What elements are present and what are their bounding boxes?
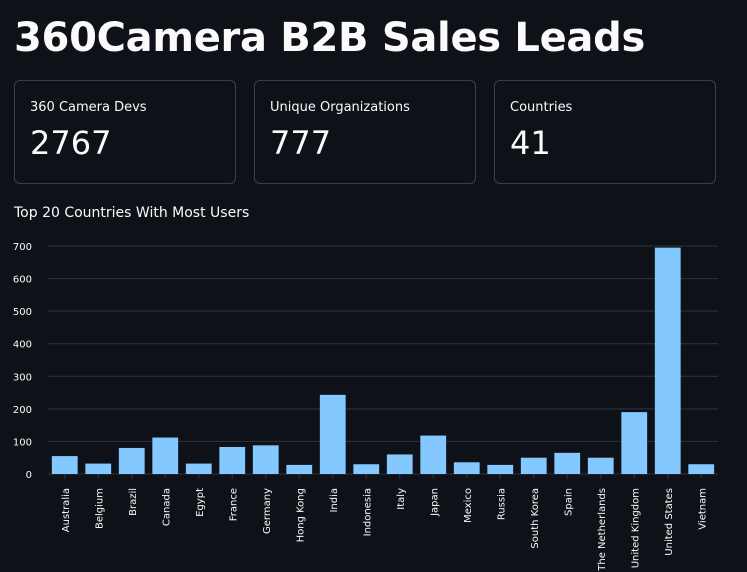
metric-value: 2767 — [30, 124, 112, 162]
y-tick-label: 700 — [13, 242, 32, 253]
metric-card-organizations: Unique Organizations 777 — [254, 80, 476, 184]
bar[interactable] — [386, 454, 413, 474]
bar[interactable] — [420, 435, 447, 474]
x-tick-label: Italy — [396, 488, 407, 510]
x-tick-label: France — [228, 488, 239, 521]
bar[interactable] — [353, 464, 380, 474]
bar[interactable] — [587, 457, 614, 474]
x-tick-label: Germany — [262, 488, 273, 534]
x-tick-label: Brazil — [128, 488, 139, 516]
x-tick-label: United Kingdom — [630, 488, 641, 568]
x-tick-label: Mexico — [463, 488, 474, 523]
bar[interactable] — [453, 462, 480, 474]
x-tick-label: India — [329, 488, 340, 513]
y-tick-label: 500 — [13, 307, 32, 318]
bar[interactable] — [85, 463, 112, 474]
metric-label: Unique Organizations — [270, 100, 410, 115]
bar[interactable] — [520, 457, 547, 474]
y-tick-label: 300 — [13, 372, 32, 383]
metric-card-countries: Countries 41 — [494, 80, 716, 184]
bar[interactable] — [487, 464, 514, 474]
bar[interactable] — [51, 456, 78, 474]
x-tick-label: Russia — [496, 488, 507, 520]
y-tick-label: 400 — [13, 340, 32, 351]
x-tick-label: Hong Kong — [295, 488, 306, 542]
x-tick-label: The Netherlands — [597, 488, 608, 572]
bar[interactable] — [152, 437, 179, 474]
y-tick-label: 200 — [13, 405, 32, 416]
chart-title: Top 20 Countries With Most Users — [14, 205, 250, 221]
metric-value: 777 — [270, 124, 332, 162]
bar-chart[interactable]: 0 100 200 300 400 500 600 700 Australia Belgium Br… — [0, 230, 747, 572]
bar[interactable] — [319, 394, 346, 474]
metric-value: 41 — [510, 124, 551, 162]
x-tick-label: Japan — [429, 488, 440, 517]
x-tick-label: Indonesia — [362, 488, 373, 536]
metric-card-devs: 360 Camera Devs 2767 — [14, 80, 236, 184]
x-tick-label: South Korea — [530, 488, 541, 549]
x-tick-label: Belgium — [94, 488, 105, 529]
bar[interactable] — [654, 247, 681, 474]
x-tick-label: Australia — [61, 488, 72, 532]
y-tick-label: 600 — [13, 275, 32, 286]
x-tick-label: United States — [664, 488, 675, 556]
bar[interactable] — [688, 464, 715, 474]
bar[interactable] — [219, 446, 246, 474]
bar[interactable] — [118, 447, 145, 474]
y-tick-label: 0 — [26, 470, 32, 481]
bar[interactable] — [185, 463, 212, 474]
y-tick-label: 100 — [13, 437, 32, 448]
x-tick-label: Vietnam — [697, 488, 708, 530]
page-title: 360Camera B2B Sales Leads — [14, 15, 645, 61]
x-tick-label: Spain — [563, 488, 574, 516]
bar[interactable] — [286, 464, 313, 474]
bar[interactable] — [252, 445, 279, 474]
bar[interactable] — [554, 452, 581, 474]
metric-label: 360 Camera Devs — [30, 100, 147, 115]
x-tick-label: Canada — [161, 488, 172, 526]
bar[interactable] — [621, 412, 648, 474]
metric-label: Countries — [510, 100, 573, 115]
x-tick-label: Egypt — [195, 488, 206, 517]
